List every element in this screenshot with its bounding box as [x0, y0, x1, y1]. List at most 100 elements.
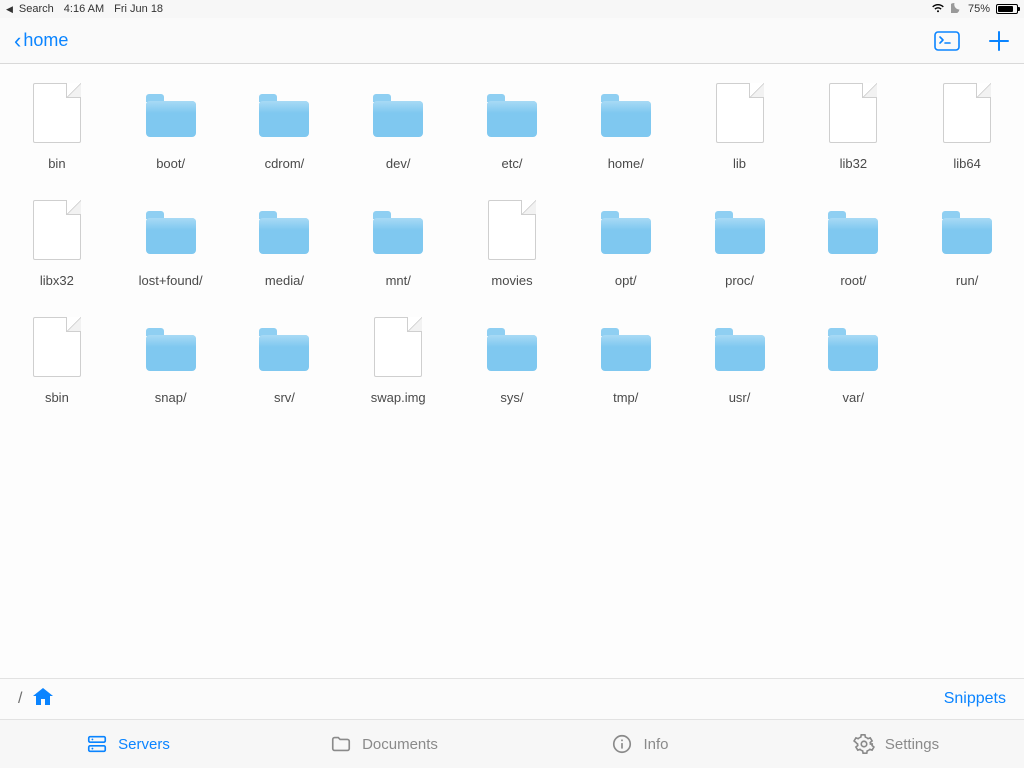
tab-label: Info [643, 736, 668, 753]
folder-icon [818, 195, 888, 265]
battery-percent: 75% [968, 3, 990, 15]
status-time: 4:16 AM [64, 3, 104, 15]
folder-icon [705, 312, 775, 382]
wifi-icon [931, 3, 945, 16]
tab-settings[interactable]: Settings [768, 720, 1024, 768]
item-label: boot/ [156, 156, 185, 171]
folder-item[interactable]: sys/ [455, 308, 569, 405]
folder-item[interactable]: boot/ [114, 74, 228, 171]
snippets-button[interactable]: Snippets [944, 690, 1006, 708]
folder-icon [363, 78, 433, 148]
item-label: sys/ [500, 390, 523, 405]
folder-item[interactable]: usr/ [683, 308, 797, 405]
item-label: media/ [265, 273, 304, 288]
folder-icon [477, 312, 547, 382]
path-bar: / Snippets [0, 678, 1024, 720]
tab-bar: Servers Documents Info Settings [0, 720, 1024, 768]
item-label: root/ [840, 273, 866, 288]
item-label: lib64 [953, 156, 980, 171]
tab-label: Settings [885, 736, 939, 753]
back-to-app-label[interactable]: Search [19, 3, 54, 15]
folder-icon [136, 312, 206, 382]
status-bar: ◀ Search 4:16 AM Fri Jun 18 75% [0, 0, 1024, 18]
folder-icon [932, 195, 1002, 265]
item-label: usr/ [729, 390, 751, 405]
folder-item[interactable]: tmp/ [569, 308, 683, 405]
battery-icon [996, 4, 1018, 14]
folder-item[interactable]: cdrom/ [228, 74, 342, 171]
file-icon [363, 312, 433, 382]
folder-icon [249, 195, 319, 265]
folder-item[interactable]: etc/ [455, 74, 569, 171]
file-icon [818, 78, 888, 148]
folder-icon [249, 312, 319, 382]
folder-item[interactable]: media/ [228, 191, 342, 288]
file-icon [477, 195, 547, 265]
folder-item[interactable]: opt/ [569, 191, 683, 288]
file-item[interactable]: lib32 [796, 74, 910, 171]
file-item[interactable]: sbin [0, 308, 114, 405]
item-label: bin [48, 156, 65, 171]
folder-item[interactable]: home/ [569, 74, 683, 171]
file-item[interactable]: lib [683, 74, 797, 171]
folder-item[interactable]: run/ [910, 191, 1024, 288]
file-item[interactable]: movies [455, 191, 569, 288]
item-label: dev/ [386, 156, 411, 171]
item-label: lib32 [840, 156, 867, 171]
moon-icon [951, 2, 962, 16]
file-item[interactable]: bin [0, 74, 114, 171]
file-item[interactable]: swap.img [341, 308, 455, 405]
item-label: snap/ [155, 390, 187, 405]
folder-icon [249, 78, 319, 148]
file-icon [932, 78, 1002, 148]
home-icon[interactable] [32, 687, 54, 712]
file-grid: bin boot/cdrom/dev/etc/home/lib lib32 lib64… [0, 64, 1024, 405]
file-icon [705, 78, 775, 148]
tab-label: Documents [362, 736, 438, 753]
file-item[interactable]: lib64 [910, 74, 1024, 171]
back-button-label: home [23, 30, 68, 51]
folder-item[interactable]: var/ [796, 308, 910, 405]
item-label: etc/ [502, 156, 523, 171]
folder-icon [136, 78, 206, 148]
nav-bar: ‹ home [0, 18, 1024, 64]
folder-item[interactable]: proc/ [683, 191, 797, 288]
item-label: tmp/ [613, 390, 638, 405]
item-label: var/ [842, 390, 864, 405]
file-item[interactable]: libx32 [0, 191, 114, 288]
tab-info[interactable]: Info [512, 720, 768, 768]
folder-icon [477, 78, 547, 148]
folder-icon [818, 312, 888, 382]
item-label: libx32 [40, 273, 74, 288]
folder-item[interactable]: srv/ [228, 308, 342, 405]
item-label: proc/ [725, 273, 754, 288]
item-label: run/ [956, 273, 978, 288]
item-label: cdrom/ [265, 156, 305, 171]
folder-item[interactable]: dev/ [341, 74, 455, 171]
add-button[interactable] [988, 30, 1010, 52]
back-button[interactable]: ‹ home [14, 30, 68, 52]
item-label: sbin [45, 390, 69, 405]
folder-item[interactable]: mnt/ [341, 191, 455, 288]
folder-item[interactable]: root/ [796, 191, 910, 288]
folder-icon [136, 195, 206, 265]
item-label: home/ [608, 156, 644, 171]
folder-item[interactable]: lost+found/ [114, 191, 228, 288]
back-to-app-chevron-icon[interactable]: ◀ [6, 4, 13, 15]
folder-icon [591, 312, 661, 382]
item-label: opt/ [615, 273, 637, 288]
terminal-button[interactable] [934, 31, 960, 51]
path-root[interactable]: / [18, 690, 22, 708]
tab-servers[interactable]: Servers [0, 720, 256, 768]
item-label: srv/ [274, 390, 295, 405]
tab-documents[interactable]: Documents [256, 720, 512, 768]
file-icon [22, 78, 92, 148]
chevron-left-icon: ‹ [14, 30, 21, 52]
item-label: mnt/ [386, 273, 411, 288]
folder-icon [591, 78, 661, 148]
folder-icon [705, 195, 775, 265]
folder-item[interactable]: snap/ [114, 308, 228, 405]
file-icon [22, 312, 92, 382]
item-label: swap.img [371, 390, 426, 405]
item-label: lost+found/ [139, 273, 203, 288]
